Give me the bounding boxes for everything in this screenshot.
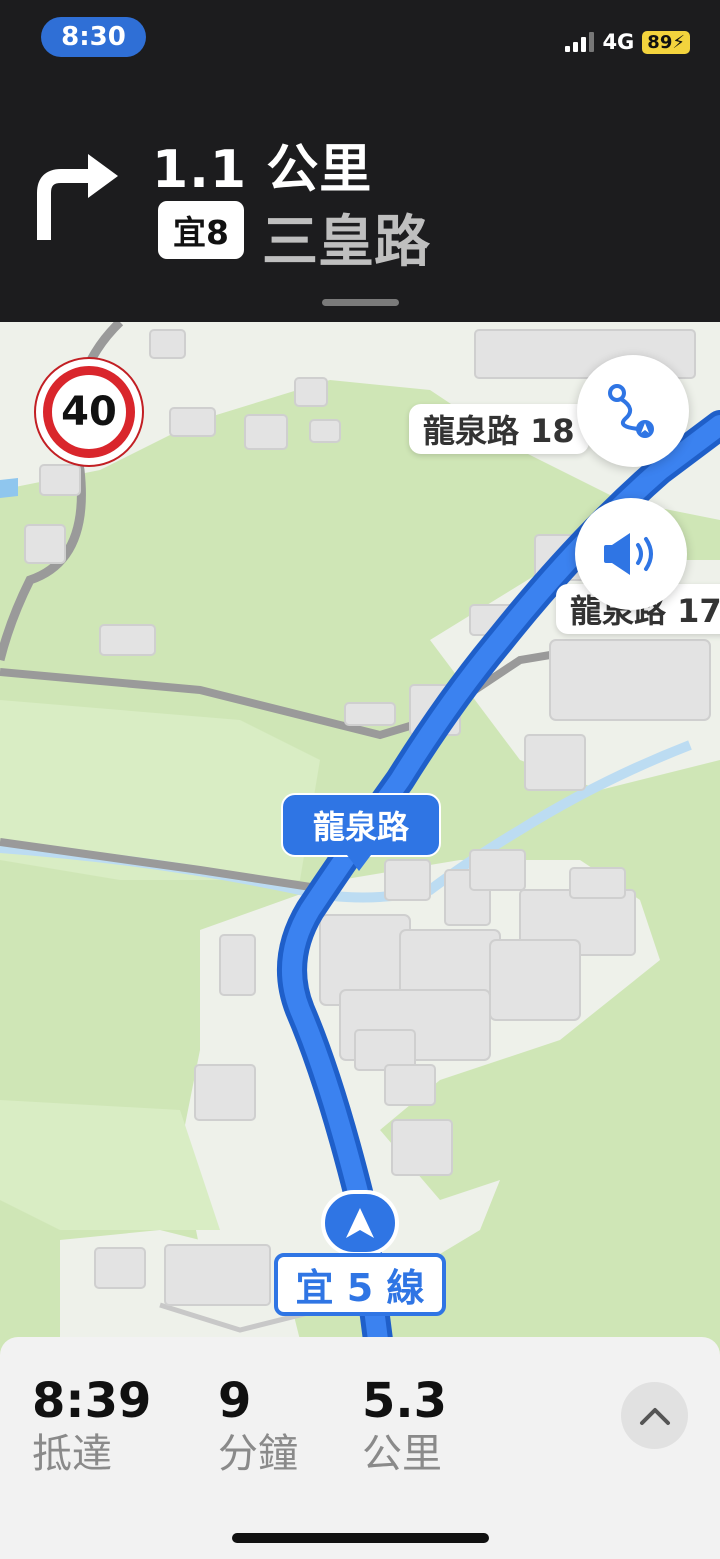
turn-right-arrow-icon: [37, 154, 118, 240]
speaker-icon: [604, 533, 653, 575]
route-shield-label: 宜 5 線: [274, 1253, 446, 1316]
duration-value: 9: [218, 1373, 252, 1429]
next-road-name: 三皇路: [262, 210, 430, 275]
navigation-guidance-panel[interactable]: 8:30 4G 89⚡ 1.1 公里 宜8 三皇路: [0, 0, 720, 322]
home-indicator[interactable]: [232, 1533, 489, 1543]
route-overview-button[interactable]: [577, 355, 689, 467]
duration-label: 分鐘: [218, 1431, 298, 1477]
duration-stat: 9 分鐘: [218, 1375, 298, 1479]
arrival-time-stat: 8:39 抵達: [32, 1375, 151, 1479]
trip-summary-panel[interactable]: 8:39 抵達 9 分鐘 5.3 公里: [0, 1337, 720, 1559]
speed-limit-sign: 40: [34, 357, 144, 467]
status-time: 8:30: [41, 17, 146, 57]
panel-grabber[interactable]: [322, 299, 399, 306]
status-indicators: 4G 89⚡: [565, 30, 690, 54]
current-road-label: 龍泉路: [281, 793, 441, 871]
chevron-up-icon: [639, 1407, 670, 1425]
remaining-distance-value: 5.3: [362, 1373, 448, 1429]
battery-level: 89: [647, 31, 673, 53]
signal-icon: [565, 32, 595, 52]
audio-button[interactable]: [575, 498, 687, 610]
arrival-time-label: 抵達: [32, 1431, 112, 1477]
distance-stat: 5.3 公里: [362, 1375, 447, 1479]
remaining-distance-label: 公里: [362, 1431, 442, 1477]
road-number-badge: 宜8: [158, 201, 244, 259]
battery-icon: 89⚡: [642, 30, 690, 54]
navigation-arrow-icon: [346, 1208, 374, 1238]
expand-button[interactable]: [621, 1382, 688, 1449]
road-label-longquan-18[interactable]: 龍泉路 18: [409, 404, 589, 454]
arrival-time-value: 8:39: [32, 1373, 152, 1429]
maneuver-distance: 1.1 公里: [152, 140, 373, 200]
route-icon: [608, 384, 654, 438]
network-type: 4G: [602, 30, 635, 54]
current-location-marker: [321, 1190, 399, 1256]
speed-limit-value: 40: [43, 366, 135, 458]
